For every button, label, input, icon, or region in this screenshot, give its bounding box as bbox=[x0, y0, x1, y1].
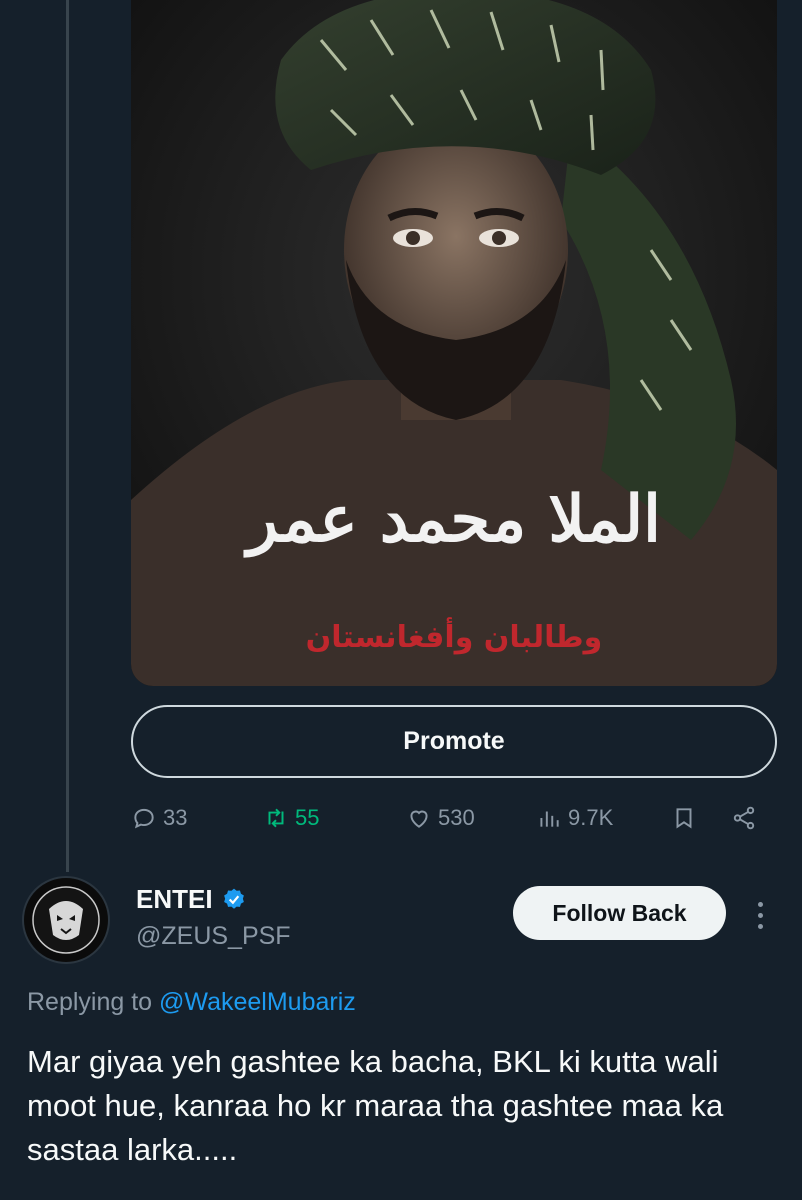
retweet-count: 55 bbox=[295, 805, 320, 830]
replying-prefix: Replying to bbox=[27, 988, 153, 1016]
tweet-text: Mar giyaa yeh gashtee ka bacha, BKL ki k… bbox=[27, 1044, 724, 1167]
follow-back-button[interactable]: Follow Back bbox=[513, 886, 726, 940]
display-name[interactable]: ENTEI bbox=[136, 884, 213, 915]
like-count: 530 bbox=[438, 805, 475, 830]
portrait-illustration bbox=[131, 0, 777, 686]
author-handle[interactable]: @ZEUS_PSF bbox=[136, 922, 291, 951]
promote-button[interactable]: Promote bbox=[131, 705, 777, 778]
avatar[interactable] bbox=[22, 876, 110, 964]
avatar-emblem-icon bbox=[32, 886, 100, 954]
thread-connector bbox=[66, 0, 69, 872]
retweet-icon bbox=[268, 808, 284, 828]
views-icon bbox=[540, 811, 559, 827]
tweet-thread: الملا محمد عمر وطالبان وأفغانستان Promot… bbox=[0, 0, 802, 1200]
tweet-media-image[interactable]: الملا محمد عمر وطالبان وأفغانستان bbox=[131, 0, 777, 686]
reply-action[interactable]: 33 bbox=[131, 798, 187, 838]
like-action[interactable]: 530 bbox=[406, 798, 475, 838]
reply-count: 33 bbox=[163, 805, 188, 830]
like-icon bbox=[410, 810, 428, 828]
media-calligraphy-title: الملا محمد عمر bbox=[247, 482, 661, 557]
author-name-row: ENTEI bbox=[136, 884, 247, 915]
share-icon bbox=[733, 806, 755, 830]
views-count: 9.7K bbox=[568, 805, 614, 830]
replying-to-line: Replying to @WakeelMubariz bbox=[27, 988, 356, 1017]
reply-icon bbox=[134, 808, 154, 829]
replying-mention-link[interactable]: @WakeelMubariz bbox=[159, 988, 356, 1016]
retweet-action[interactable]: 55 bbox=[263, 798, 319, 838]
views-action[interactable]: 9.7K bbox=[536, 798, 613, 838]
bookmark-action[interactable] bbox=[671, 798, 697, 838]
bookmark-icon bbox=[676, 808, 692, 829]
share-action[interactable] bbox=[731, 798, 757, 838]
media-calligraphy-subtitle: وطالبان وأفغانستان bbox=[305, 620, 603, 655]
tweet-action-bar: 33 55 530 9.7K bbox=[131, 798, 777, 838]
verified-icon bbox=[223, 888, 244, 909]
more-icon[interactable] bbox=[750, 895, 770, 935]
